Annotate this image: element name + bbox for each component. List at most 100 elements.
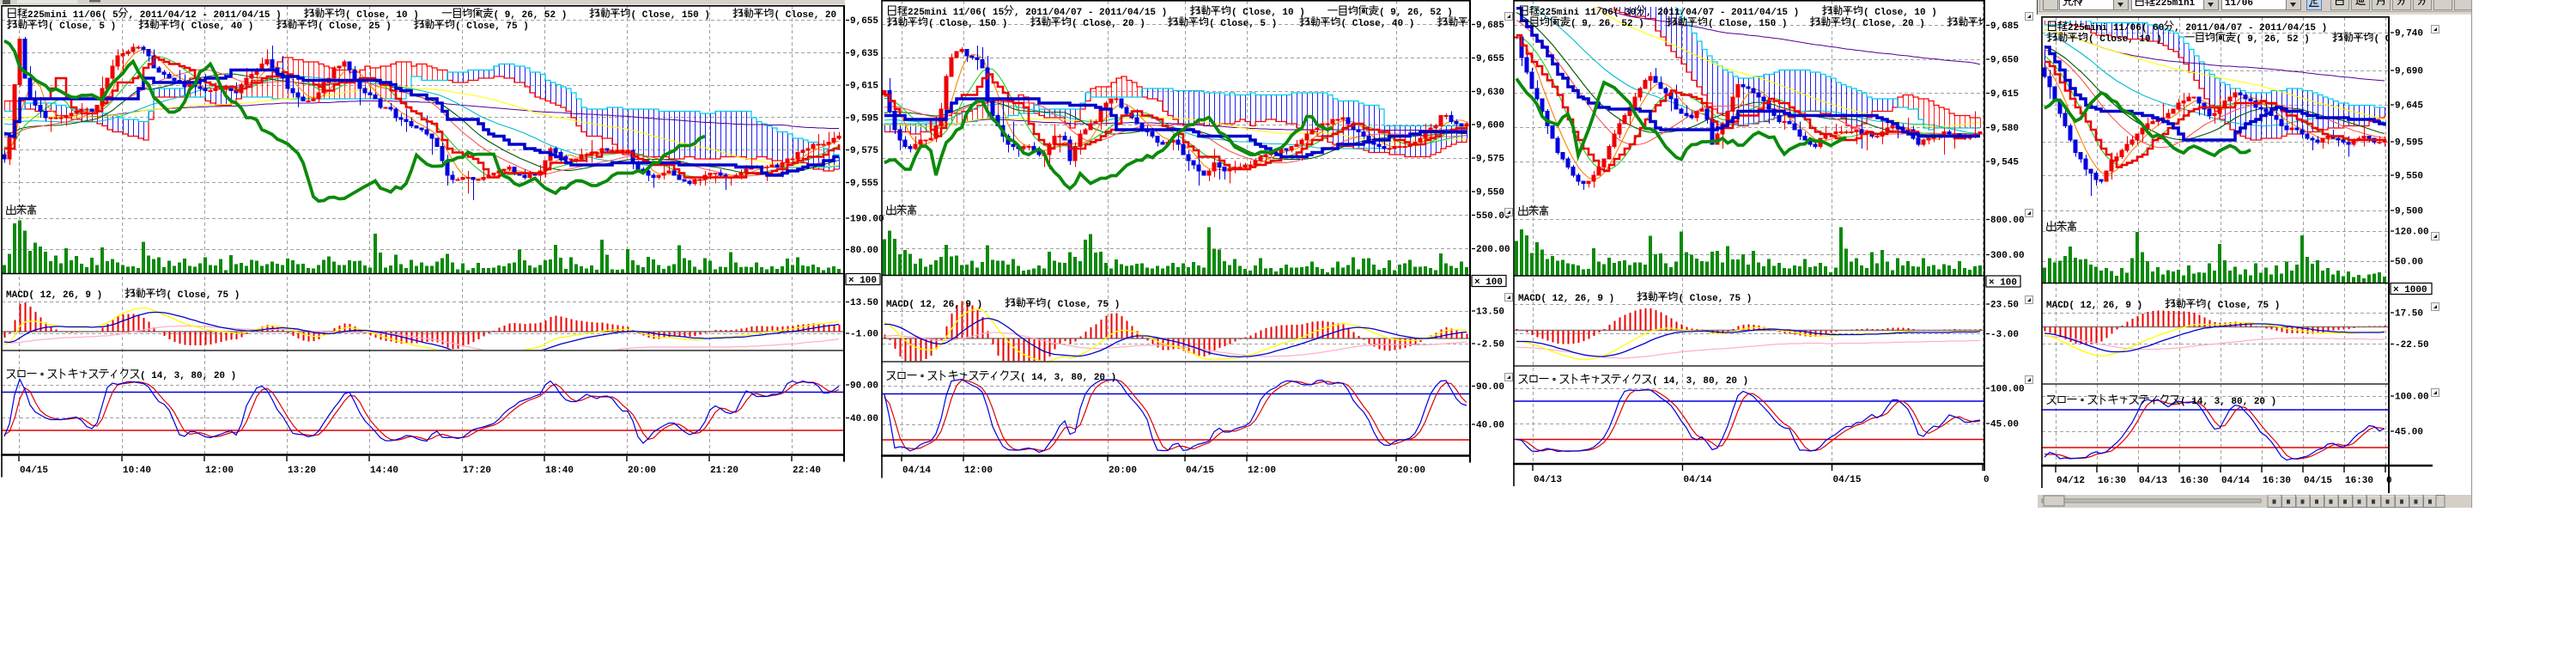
svg-text:( Close, 20 ): ( Close, 20 ) bbox=[1851, 19, 1947, 29]
svg-text:-1.00: -1.00 bbox=[850, 330, 878, 340]
svg-text:22:40: 22:40 bbox=[793, 466, 821, 476]
svg-text:9,575: 9,575 bbox=[850, 146, 878, 156]
svg-text:MACD( 12, 26, 9 ): MACD( 12, 26, 9 ) bbox=[886, 300, 1005, 310]
svg-text:( 9, 26, 52 ): ( 9, 26, 52 ) bbox=[494, 10, 590, 21]
svg-text:, 2011/04/07 - 2011/04/15 ): , 2011/04/07 - 2011/04/15 ) bbox=[1014, 8, 1190, 18]
svg-text:( 14, 3, 80, 20 ): ( 14, 3, 80, 20 ) bbox=[140, 371, 236, 381]
svg-text:225mini 11/06( 30: 225mini 11/06( 30 bbox=[1540, 8, 1636, 18]
svg-text:16:30: 16:30 bbox=[2180, 476, 2208, 486]
svg-text:190.00: 190.00 bbox=[850, 215, 884, 225]
svg-text:800.00: 800.00 bbox=[1990, 216, 2025, 226]
svg-text:17:20: 17:20 bbox=[463, 466, 491, 476]
svg-text:45.00: 45.00 bbox=[2395, 428, 2423, 438]
svg-text:80.00: 80.00 bbox=[850, 246, 878, 256]
svg-text:20:00: 20:00 bbox=[1109, 466, 1137, 476]
svg-text:12:00: 12:00 bbox=[1248, 466, 1276, 476]
svg-text:04/13: 04/13 bbox=[2139, 476, 2167, 486]
svg-text:( Close, 20 ): ( Close, 20 ) bbox=[1072, 19, 1168, 29]
svg-text:( 9, 26, 52 ): ( 9, 26, 52 ) bbox=[1379, 8, 1453, 18]
svg-text:04/15: 04/15 bbox=[1833, 475, 1862, 485]
svg-text:200.00: 200.00 bbox=[1476, 245, 1510, 255]
svg-text:( 9, 26, 52 ): ( 9, 26, 52 ) bbox=[2236, 34, 2332, 45]
svg-text:100.00: 100.00 bbox=[2395, 393, 2429, 403]
svg-text:13.50: 13.50 bbox=[1476, 308, 1504, 318]
svg-text:0: 0 bbox=[1984, 475, 1990, 485]
svg-text:× 1000: × 1000 bbox=[2393, 285, 2427, 296]
svg-text:50.00: 50.00 bbox=[2395, 258, 2423, 268]
svg-text:9,740: 9,740 bbox=[2395, 29, 2423, 40]
svg-text:225mini 11/06( 15: 225mini 11/06( 15 bbox=[908, 8, 1005, 18]
svg-text:( 14, 3, 80, 20 ): ( 14, 3, 80, 20 ) bbox=[2180, 397, 2276, 407]
svg-text:( Close, 10 ): ( Close, 10 ) bbox=[1231, 8, 1327, 18]
svg-text:( Close, 150 ): ( Close, 150 ) bbox=[928, 19, 1030, 29]
svg-text:04/15: 04/15 bbox=[2304, 476, 2332, 486]
svg-text:MACD( 12, 26, 9 ): MACD( 12, 26, 9 ) bbox=[1518, 294, 1637, 304]
svg-text:18:40: 18:40 bbox=[545, 466, 574, 476]
svg-text:( Close, 75 ): ( Close, 75 ) bbox=[167, 290, 240, 301]
svg-text:( Close, 10 ): ( Close, 10 ) bbox=[345, 10, 441, 21]
svg-text:90.00: 90.00 bbox=[850, 381, 878, 392]
svg-text:9,690: 9,690 bbox=[2395, 67, 2423, 77]
svg-text:9,575: 9,575 bbox=[1476, 155, 1504, 165]
svg-text:( 14, 3, 80, 20 ): ( 14, 3, 80, 20 ) bbox=[1020, 373, 1116, 383]
svg-text:04/13: 04/13 bbox=[1534, 475, 1562, 485]
svg-text:20:00: 20:00 bbox=[1397, 466, 1425, 476]
svg-text:( Close, 150 ): ( Close, 150 ) bbox=[631, 10, 733, 21]
svg-text:9,600: 9,600 bbox=[1476, 121, 1504, 131]
svg-text:( Close, 10 ): ( Close, 10 ) bbox=[2088, 34, 2184, 45]
svg-text:90.00: 90.00 bbox=[1476, 382, 1504, 393]
svg-text:( Close, 75 ): ( Close, 75 ) bbox=[1047, 300, 1121, 310]
svg-text:10:40: 10:40 bbox=[123, 466, 151, 476]
svg-text:( Close, 150 ): ( Close, 150 ) bbox=[1708, 19, 1810, 29]
svg-text:40.00: 40.00 bbox=[1476, 421, 1504, 431]
svg-text:9,555: 9,555 bbox=[850, 179, 878, 189]
svg-text:40.00: 40.00 bbox=[850, 414, 878, 424]
svg-text:16:30: 16:30 bbox=[2098, 476, 2126, 486]
svg-text:04/14: 04/14 bbox=[902, 466, 931, 476]
svg-text:225mini 11/06( 60: 225mini 11/06( 60 bbox=[2068, 23, 2164, 34]
svg-text:225mini: 225mini bbox=[2155, 0, 2196, 9]
svg-text:9,645: 9,645 bbox=[2395, 101, 2423, 112]
svg-text:( Close, 40 ): ( Close, 40 ) bbox=[1341, 19, 1437, 29]
svg-text:9,685: 9,685 bbox=[1476, 21, 1504, 31]
svg-text:( Close, 5 ): ( Close, 5 ) bbox=[1209, 19, 1300, 29]
svg-text:9,550: 9,550 bbox=[1476, 188, 1504, 198]
svg-text:-3.00: -3.00 bbox=[1990, 330, 2019, 340]
svg-text:MACD( 12, 26, 9 ): MACD( 12, 26, 9 ) bbox=[6, 290, 125, 301]
svg-text:× 100: × 100 bbox=[1474, 277, 1503, 288]
svg-text:04/14: 04/14 bbox=[2221, 476, 2250, 486]
svg-text:9,630: 9,630 bbox=[1476, 88, 1504, 98]
svg-text:04/14: 04/14 bbox=[1684, 475, 1712, 485]
svg-text:300.00: 300.00 bbox=[1990, 251, 2025, 261]
svg-text:225mini 11/06( 5: 225mini 11/06( 5 bbox=[27, 10, 118, 21]
svg-text:04/15: 04/15 bbox=[20, 466, 48, 476]
svg-text:16:30: 16:30 bbox=[2263, 476, 2291, 486]
svg-text:23.50: 23.50 bbox=[1990, 301, 2019, 311]
svg-text:( Close, 10 ): ( Close, 10 ) bbox=[1863, 8, 1937, 18]
svg-text:9,550: 9,550 bbox=[2395, 172, 2423, 182]
svg-text:9,635: 9,635 bbox=[850, 49, 878, 59]
svg-text:100.00: 100.00 bbox=[1990, 385, 2025, 395]
svg-text:( 9, 26, 52 ): ( 9, 26, 52 ) bbox=[1571, 19, 1667, 29]
svg-text:14:40: 14:40 bbox=[370, 466, 398, 476]
svg-text:12:00: 12:00 bbox=[964, 466, 993, 476]
svg-text:9,500: 9,500 bbox=[2395, 207, 2423, 217]
svg-text:9,655: 9,655 bbox=[1476, 54, 1504, 64]
svg-text:0: 0 bbox=[2386, 476, 2392, 486]
svg-text:20:00: 20:00 bbox=[628, 466, 656, 476]
svg-text:04/15: 04/15 bbox=[1186, 466, 1214, 476]
svg-text:17.50: 17.50 bbox=[2395, 309, 2423, 320]
svg-text:9,545: 9,545 bbox=[1990, 158, 2019, 168]
svg-text:12:00: 12:00 bbox=[205, 466, 234, 476]
svg-text:9,580: 9,580 bbox=[1990, 124, 2019, 134]
svg-text:, 2011/04/07 - 2011/04/15 ): , 2011/04/07 - 2011/04/15 ) bbox=[2174, 23, 2327, 34]
svg-text:( Close, 25 ): ( Close, 25 ) bbox=[318, 21, 414, 32]
svg-text:( Close, 5 ): ( Close, 5 ) bbox=[48, 21, 139, 32]
svg-text:× 100: × 100 bbox=[1989, 278, 2017, 289]
svg-text:21:20: 21:20 bbox=[710, 466, 738, 476]
svg-text:9,615: 9,615 bbox=[1990, 89, 2019, 100]
svg-text:-22.50: -22.50 bbox=[2395, 340, 2429, 350]
svg-text:120.00: 120.00 bbox=[2395, 228, 2429, 238]
svg-text:, 2011/04/12 - 2011/04/15 ): , 2011/04/12 - 2011/04/15 ) bbox=[129, 10, 305, 21]
svg-text:( Close, 75 ): ( Close, 75 ) bbox=[455, 21, 529, 32]
